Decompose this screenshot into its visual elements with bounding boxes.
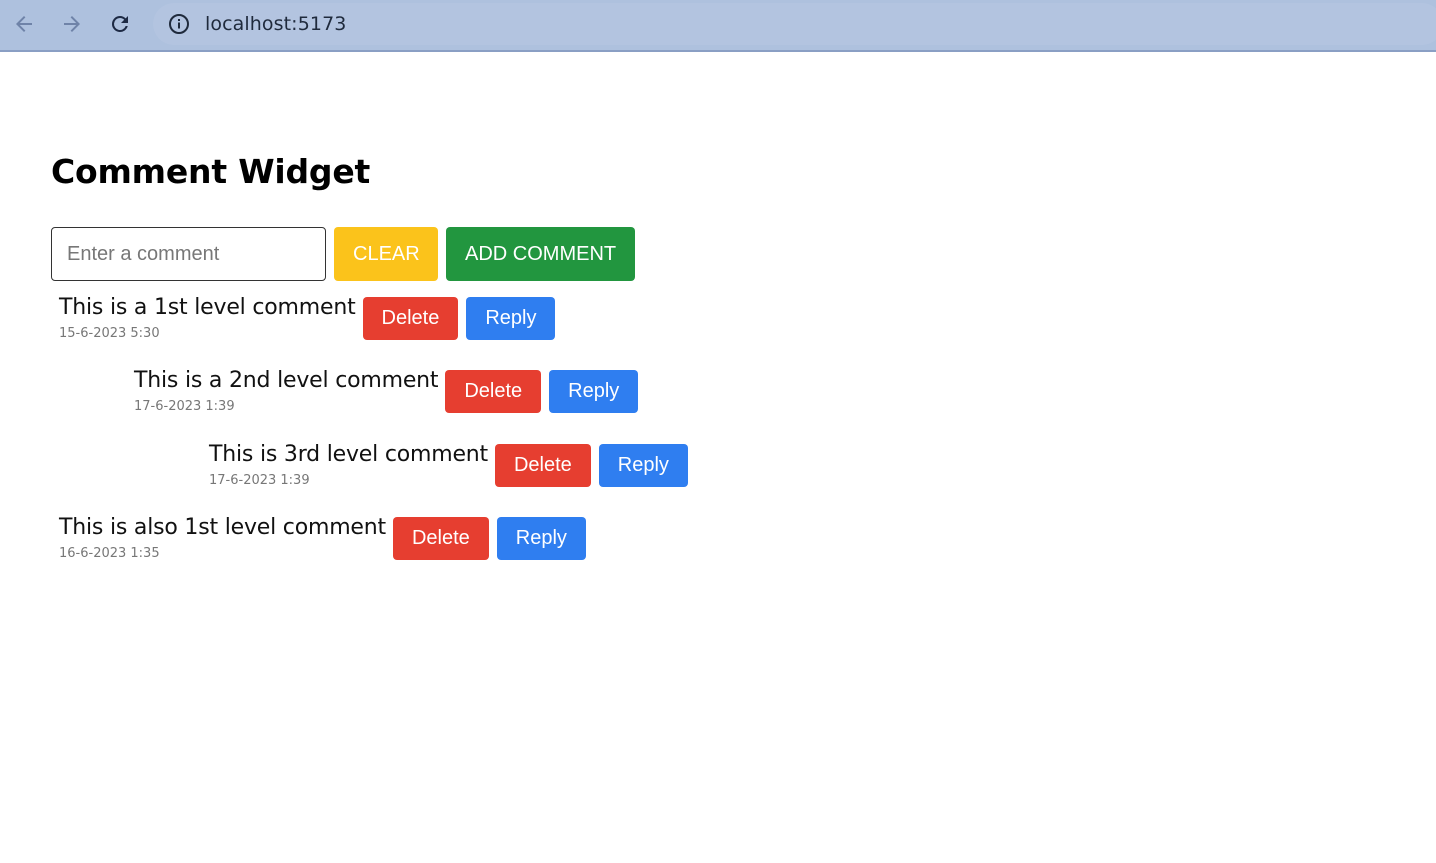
delete-button[interactable]: Delete	[494, 444, 591, 487]
comment-date: 17-6-2023 1:39	[209, 473, 310, 488]
comment-widget: Comment Widget CLEAR ADD COMMENT This is…	[51, 148, 688, 561]
comment-date: 16-6-2023 1:35	[59, 546, 160, 561]
info-circle-icon[interactable]	[168, 13, 190, 35]
back-button[interactable]	[8, 8, 40, 40]
reply-button[interactable]: Reply	[496, 517, 586, 560]
page-title: Comment Widget	[51, 152, 371, 191]
comment-item: This is a 2nd level comment 17-6-2023 1:…	[134, 367, 639, 414]
comment-text: This is also 1st level comment	[59, 515, 386, 540]
reload-icon	[111, 15, 128, 33]
url-text[interactable]: localhost:5173	[205, 13, 346, 35]
reply-button[interactable]: Reply	[549, 370, 639, 413]
address-bar[interactable]: localhost:5173	[153, 3, 1436, 45]
comment-date: 15-6-2023 5:30	[59, 326, 160, 341]
reply-button[interactable]: Reply	[466, 297, 556, 340]
comment-item: This is also 1st level comment 16-6-2023…	[59, 514, 586, 561]
comment-input-row: CLEAR ADD COMMENT	[51, 227, 635, 281]
comment-text: This is a 2nd level comment	[134, 368, 439, 393]
reload-button[interactable]	[104, 8, 136, 40]
arrow-right-icon	[64, 16, 80, 32]
delete-button[interactable]: Delete	[392, 517, 489, 560]
delete-button[interactable]: Delete	[362, 297, 459, 340]
comment-item: This is 3rd level comment 17-6-2023 1:39…	[209, 441, 688, 488]
forward-button[interactable]	[56, 8, 88, 40]
comment-date: 17-6-2023 1:39	[134, 399, 235, 414]
comment-text: This is a 1st level comment	[59, 295, 356, 320]
clear-button[interactable]: CLEAR	[334, 227, 438, 281]
browser-toolbar: localhost:5173	[0, 0, 1436, 52]
comment-item: This is a 1st level comment 15-6-2023 5:…	[59, 294, 556, 341]
comment-text: This is 3rd level comment	[209, 442, 488, 467]
add-comment-button[interactable]: ADD COMMENT	[446, 227, 635, 281]
arrow-left-icon	[16, 16, 32, 32]
delete-button[interactable]: Delete	[445, 370, 542, 413]
reply-button[interactable]: Reply	[598, 444, 688, 487]
comment-input[interactable]	[51, 227, 326, 281]
